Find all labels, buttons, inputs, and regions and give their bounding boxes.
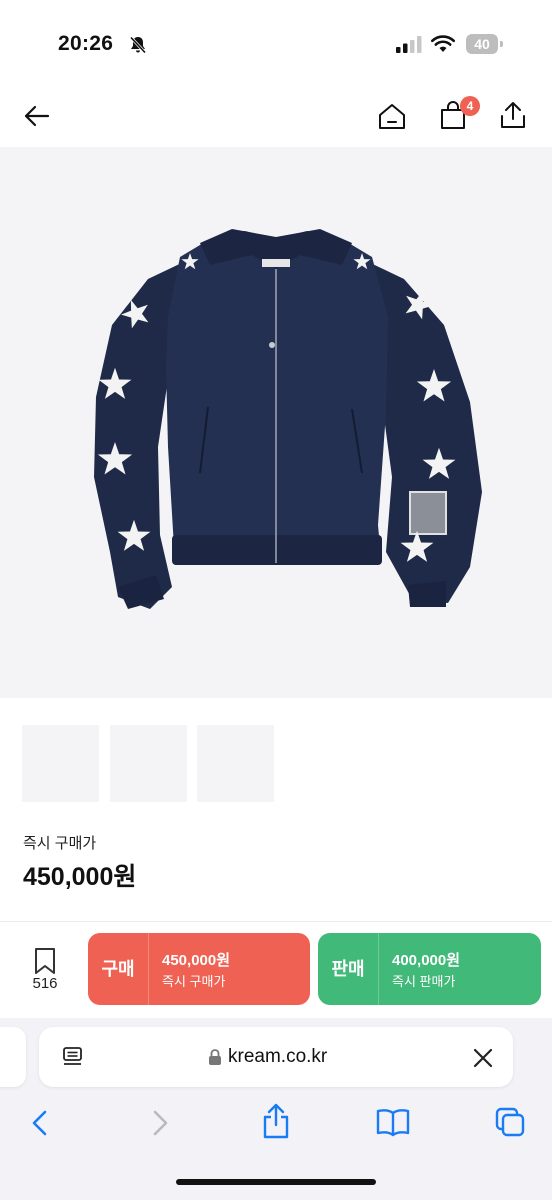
previous-tab-peek[interactable] [0,1027,26,1087]
tabs-icon[interactable] [494,1106,526,1138]
battery-icon: 40 [466,34,504,55]
status-time: 20:26 [58,32,114,55]
thumbnail-2[interactable] [110,725,187,802]
safari-back-icon[interactable] [28,1108,52,1138]
lock-icon [209,1049,221,1065]
safari-share-icon[interactable] [260,1102,292,1140]
buy-button[interactable]: 구매 450,000원 즉시 구매가 [88,933,310,1005]
product-image[interactable] [0,147,552,698]
back-arrow-icon[interactable] [21,100,53,132]
thumbnail-1[interactable] [22,725,99,802]
buy-sublabel: 즉시 구매가 [162,974,226,989]
cart-count-badge: 4 [460,96,480,116]
buy-label: 구매 [88,933,149,1005]
divider [0,921,552,922]
bell-slash-icon [129,36,147,54]
price-label: 즉시 구매가 [23,835,97,852]
buy-price: 450,000원 [162,952,231,969]
bookmark-count: 516 [32,975,58,992]
share-icon[interactable] [497,99,529,131]
sell-button[interactable]: 판매 400,000원 즉시 판매가 [318,933,541,1005]
sell-price: 400,000원 [392,952,461,969]
home-icon[interactable] [376,100,408,132]
url-text: kream.co.kr [228,1046,328,1067]
sell-sublabel: 즉시 판매가 [392,974,456,989]
close-icon[interactable] [472,1047,494,1069]
sell-label: 판매 [318,933,379,1005]
battery-level: 40 [474,36,490,52]
price-value: 450,000원 [23,863,137,891]
navy-star-track-jacket-image [94,229,482,609]
safari-forward-icon[interactable] [148,1108,172,1138]
signal-icon [396,36,422,53]
thumbnail-3[interactable] [197,725,274,802]
bookmarks-book-icon[interactable] [375,1107,411,1137]
wifi-icon [431,35,455,52]
home-indicator [176,1179,376,1185]
bookmark-icon[interactable] [32,947,58,975]
reader-icon[interactable] [61,1045,85,1069]
